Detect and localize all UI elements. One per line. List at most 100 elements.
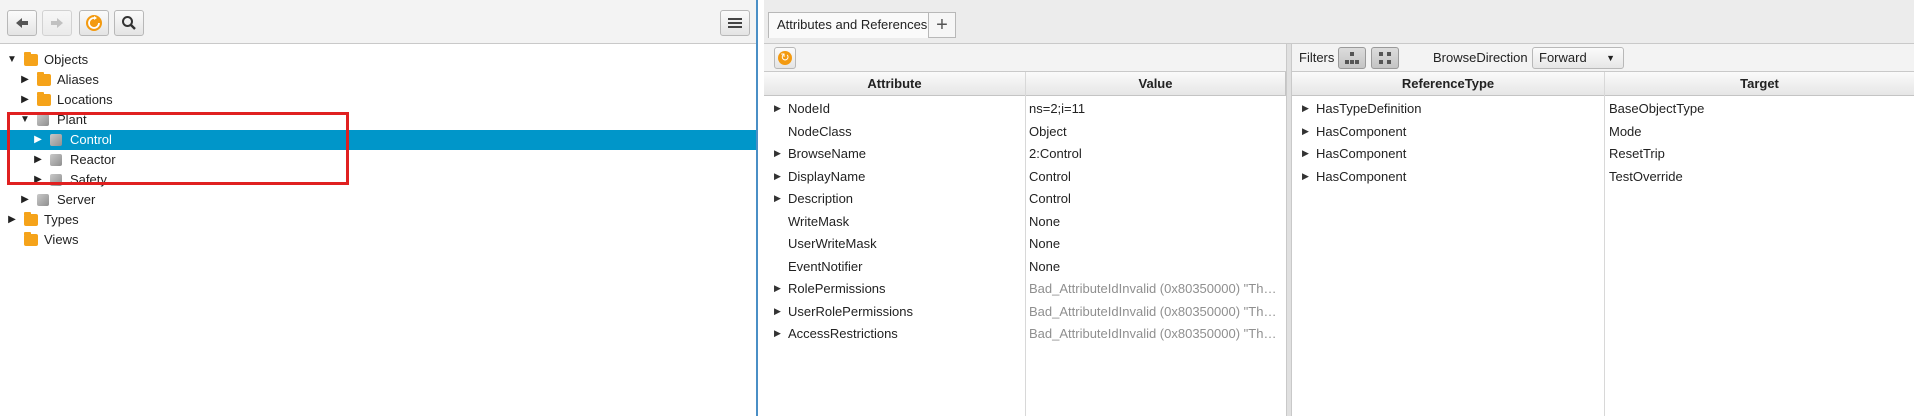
attributes-toolbar: ↻ xyxy=(764,44,1286,72)
chevron-right-icon[interactable]: ▶ xyxy=(19,190,31,210)
arrow-left-icon xyxy=(16,18,28,28)
expand-icon[interactable]: ▶ xyxy=(1302,171,1309,182)
reference-type[interactable]: HasComponent xyxy=(1316,121,1601,143)
attribute-name[interactable]: EventNotifier xyxy=(788,256,1024,278)
attribute-value[interactable]: None xyxy=(1029,233,1281,255)
attribute-name[interactable]: NodeClass xyxy=(788,121,1024,143)
grid-icon xyxy=(1379,52,1391,64)
folder-icon xyxy=(24,232,38,246)
expand-icon[interactable]: ▶ xyxy=(774,148,781,159)
tree-item-label: Locations xyxy=(57,92,113,107)
attribute-name[interactable]: Description xyxy=(788,188,1024,210)
filter-nonhierarchy-button[interactable] xyxy=(1371,47,1399,69)
chevron-right-icon[interactable]: ▶ xyxy=(6,210,18,230)
column-divider xyxy=(1025,72,1026,416)
search-icon xyxy=(122,16,136,30)
expand-icon[interactable]: ▶ xyxy=(774,193,781,204)
tree-item[interactable]: ▶ Locations xyxy=(0,90,756,110)
filters-label: Filters xyxy=(1299,50,1335,65)
attribute-value[interactable]: Control xyxy=(1029,166,1281,188)
expand-icon[interactable]: ▶ xyxy=(774,103,781,114)
folder-icon xyxy=(37,92,51,106)
column-divider xyxy=(1604,72,1605,416)
tab-bar: Attributes and References + xyxy=(764,0,1914,44)
references-table: ReferenceType Target ▶ HasTypeDefinition B… xyxy=(1292,72,1914,416)
attribute-value[interactable]: 2:Control xyxy=(1029,143,1281,165)
chevron-right-icon[interactable]: ▶ xyxy=(19,90,31,110)
attribute-name[interactable]: DisplayName xyxy=(788,166,1024,188)
reference-target[interactable]: TestOverride xyxy=(1609,166,1909,188)
attribute-value[interactable]: Bad_AttributeIdInvalid (0x80350000) "The… xyxy=(1029,301,1281,323)
expand-icon[interactable]: ▶ xyxy=(774,306,781,317)
column-header-reference-type[interactable]: ReferenceType xyxy=(1292,72,1605,96)
attribute-name[interactable]: NodeId xyxy=(788,98,1024,120)
chevron-down-icon[interactable]: ▼ xyxy=(6,50,18,70)
folder-icon xyxy=(37,72,51,86)
reference-target[interactable]: ResetTrip xyxy=(1609,143,1909,165)
attribute-value[interactable]: None xyxy=(1029,211,1281,233)
attribute-value[interactable]: Bad_AttributeIdInvalid (0x80350000) "The… xyxy=(1029,278,1281,300)
expand-icon[interactable]: ▶ xyxy=(1302,126,1309,137)
attribute-name[interactable]: UserRolePermissions xyxy=(788,301,1024,323)
attribute-name[interactable]: RolePermissions xyxy=(788,278,1024,300)
hamburger-icon xyxy=(728,18,742,28)
tree-item[interactable]: Views xyxy=(0,230,756,250)
tree-item-label: Aliases xyxy=(57,72,99,87)
highlight-box xyxy=(7,112,349,185)
app-window: ▼ Objects ▶ Aliases ▶ Locations ▼ Plant ▶ Control… xyxy=(0,0,1914,416)
menu-button[interactable] xyxy=(720,10,750,36)
expand-icon[interactable]: ▶ xyxy=(1302,148,1309,159)
attribute-name[interactable]: BrowseName xyxy=(788,143,1024,165)
tree-item[interactable]: ▼ Objects xyxy=(0,50,756,70)
tree-item[interactable]: ▶ Aliases xyxy=(0,70,756,90)
attribute-value[interactable]: Object xyxy=(1029,121,1281,143)
address-space-pane: ▼ Objects ▶ Aliases ▶ Locations ▼ Plant ▶ Control… xyxy=(0,0,758,416)
reference-target[interactable]: BaseObjectType xyxy=(1609,98,1909,120)
chevron-right-icon[interactable]: ▶ xyxy=(19,70,31,90)
object-icon xyxy=(37,194,49,206)
refresh-button[interactable] xyxy=(79,10,109,36)
folder-icon xyxy=(24,52,38,66)
expand-icon[interactable]: ▶ xyxy=(774,328,781,339)
reference-target[interactable]: Mode xyxy=(1609,121,1909,143)
attribute-name[interactable]: AccessRestrictions xyxy=(788,323,1024,345)
tree-item-label: Views xyxy=(44,232,79,247)
tree-item[interactable]: ▶ Types xyxy=(0,210,756,230)
search-button[interactable] xyxy=(114,10,144,36)
browse-direction-select[interactable]: Forward ▼ xyxy=(1532,47,1624,69)
expand-icon[interactable]: ▶ xyxy=(1302,103,1309,114)
expand-icon[interactable]: ▶ xyxy=(774,171,781,182)
plus-icon: + xyxy=(936,14,948,36)
chevron-down-icon: ▼ xyxy=(1606,53,1615,63)
attribute-value[interactable]: None xyxy=(1029,256,1281,278)
expand-icon[interactable]: ▶ xyxy=(774,283,781,294)
add-tab-button[interactable]: + xyxy=(928,12,956,38)
forward-button[interactable] xyxy=(42,10,72,36)
refresh-icon xyxy=(86,15,102,31)
folder-icon xyxy=(24,212,38,226)
browse-direction-label: BrowseDirection xyxy=(1433,50,1528,65)
attribute-value[interactable]: Bad_AttributeIdInvalid (0x80350000) "The… xyxy=(1029,323,1281,345)
attribute-value[interactable]: Control xyxy=(1029,188,1281,210)
browse-direction-value: Forward xyxy=(1539,50,1587,65)
attribute-value[interactable]: ns=2;i=11 xyxy=(1029,98,1281,120)
references-toolbar: Filters BrowseDirection Forward ▼ xyxy=(1292,44,1914,72)
attribute-name[interactable]: UserWriteMask xyxy=(788,233,1024,255)
tab-attributes-and-references[interactable]: Attributes and References xyxy=(768,12,937,38)
tree-item-label: Objects xyxy=(44,52,89,67)
attribute-name[interactable]: WriteMask xyxy=(788,211,1024,233)
reference-type[interactable]: HasComponent xyxy=(1316,166,1601,188)
column-header-attribute[interactable]: Attribute xyxy=(764,72,1026,96)
column-header-target[interactable]: Target xyxy=(1605,72,1914,96)
arrow-right-icon xyxy=(51,18,63,28)
refresh-icon: ↻ xyxy=(778,51,792,65)
reference-type[interactable]: HasComponent xyxy=(1316,143,1601,165)
attributes-table: Attribute Value ▶ NodeId ns=2;i=11 NodeClas… xyxy=(764,72,1286,416)
tree-item[interactable]: ▶ Server xyxy=(0,190,756,210)
tree-item-label: Server xyxy=(57,192,96,207)
column-header-value[interactable]: Value xyxy=(1026,72,1286,96)
reference-type[interactable]: HasTypeDefinition xyxy=(1316,98,1601,120)
attributes-refresh-button[interactable]: ↻ xyxy=(774,47,796,69)
back-button[interactable] xyxy=(7,10,37,36)
filter-hierarchy-button[interactable] xyxy=(1338,47,1366,69)
